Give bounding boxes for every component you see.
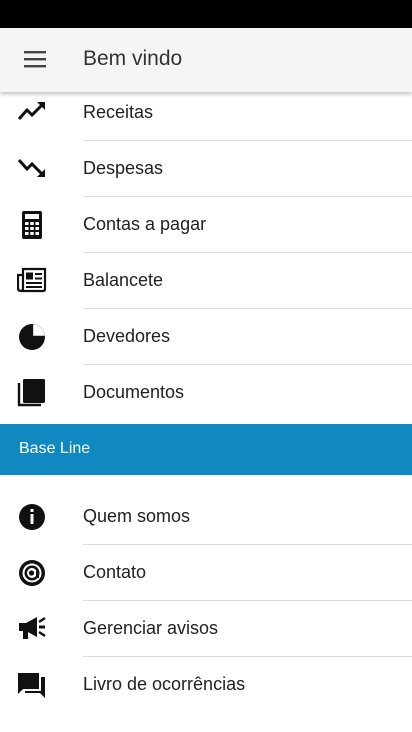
status-bar — [0, 0, 412, 28]
menu-item-documentos[interactable]: Documentos — [0, 365, 412, 421]
menu-item-livro-de-ocorrencias[interactable]: Livro de ocorrências — [0, 657, 412, 713]
menu-item-devedores[interactable]: Devedores — [0, 309, 412, 365]
info-icon — [16, 503, 48, 531]
menu-item-label: Livro de ocorrências — [83, 674, 246, 694]
calculator-icon — [16, 211, 48, 239]
megaphone-icon — [16, 615, 48, 643]
app-bar: Bem vindo — [0, 28, 412, 92]
menu-item-label: Despesas — [83, 158, 164, 178]
menu-item-gerenciar-avisos[interactable]: Gerenciar avisos — [0, 601, 412, 657]
menu-item-balancete[interactable]: Balancete — [0, 253, 412, 309]
secondary-menu-list: Quem somos Contato Gerenciar avisos Livr… — [0, 489, 412, 713]
documents-icon — [16, 379, 48, 407]
menu-item-label: Devedores — [83, 326, 171, 346]
section-title: Base Line — [19, 440, 91, 457]
menu-item-label: Balancete — [83, 270, 164, 290]
main-menu-list: Receitas Despesas Contas a pagar Balance… — [0, 85, 412, 421]
page-title: Bem vindo — [83, 47, 183, 70]
forum-icon — [16, 671, 48, 699]
at-sign-icon — [16, 559, 48, 587]
trending-down-icon — [16, 155, 48, 183]
menu-item-despesas[interactable]: Despesas — [0, 141, 412, 197]
menu-item-label: Gerenciar avisos — [83, 618, 219, 638]
hamburger-menu-icon — [24, 51, 46, 68]
menu-item-quem-somos[interactable]: Quem somos — [0, 489, 412, 545]
newspaper-icon — [16, 267, 48, 295]
trending-up-icon — [16, 99, 48, 127]
menu-item-label: Contas a pagar — [83, 214, 207, 234]
menu-item-label: Contato — [83, 562, 147, 582]
menu-item-label: Receitas — [83, 102, 154, 122]
pie-chart-icon — [16, 323, 48, 351]
menu-button[interactable] — [14, 38, 58, 82]
menu-item-contato[interactable]: Contato — [0, 545, 412, 601]
menu-item-label: Documentos — [83, 382, 185, 402]
menu-item-receitas[interactable]: Receitas — [0, 85, 412, 141]
section-header: Base Line — [0, 424, 412, 475]
menu-item-contas-a-pagar[interactable]: Contas a pagar — [0, 197, 412, 253]
menu-item-label: Quem somos — [83, 506, 191, 526]
